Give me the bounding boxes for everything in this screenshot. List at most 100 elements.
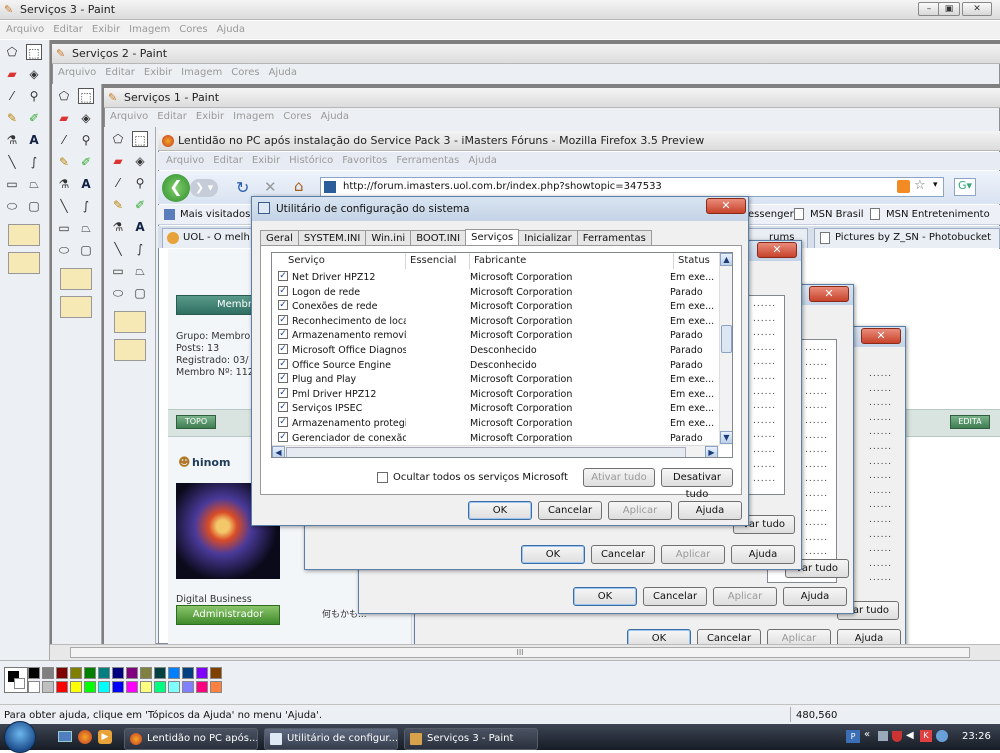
service-row[interactable]: ✓ Armazenamento removível Microsoft Corpor… bbox=[272, 329, 718, 344]
bookmark-msn-brasil[interactable]: MSN Brasil bbox=[810, 209, 864, 220]
clock[interactable]: 23:26 bbox=[962, 731, 991, 742]
rectangle-tool-icon[interactable]: ▭ bbox=[110, 263, 126, 279]
menu-exibir[interactable]: Exibir bbox=[144, 67, 172, 78]
polygon-tool-icon[interactable]: ⏢ bbox=[26, 176, 42, 192]
curve-tool-icon[interactable]: ∫ bbox=[78, 198, 94, 214]
brush-tool-icon[interactable]: ✐ bbox=[26, 110, 42, 126]
picker-tool-icon[interactable]: ⁄ bbox=[56, 132, 72, 148]
close-button[interactable]: ✕ bbox=[706, 198, 746, 214]
eraser-tool-icon[interactable]: ▰ bbox=[56, 110, 72, 126]
free-select-tool-icon[interactable]: ⬠ bbox=[110, 131, 126, 147]
text-tool-icon[interactable]: A bbox=[78, 176, 94, 192]
menu-cores[interactable]: Cores bbox=[231, 67, 259, 78]
menu-editar[interactable]: Editar bbox=[105, 67, 135, 78]
color-swatch[interactable] bbox=[140, 667, 152, 679]
menu-imagem[interactable]: Imagem bbox=[181, 67, 222, 78]
apply-button[interactable]: Aplicar bbox=[713, 587, 777, 606]
color-swatch[interactable] bbox=[182, 681, 194, 693]
help-button[interactable]: Ajuda bbox=[678, 501, 742, 520]
picker-tool-icon[interactable]: ⁄ bbox=[110, 175, 126, 191]
color-swatch[interactable] bbox=[210, 667, 222, 679]
rect-select-tool-icon[interactable]: ⬚ bbox=[26, 44, 42, 60]
magnifier-tool-icon[interactable]: ⚲ bbox=[132, 175, 148, 191]
pencil-tool-icon[interactable]: ✎ bbox=[4, 110, 20, 126]
cancel-button[interactable]: Cancelar bbox=[591, 545, 655, 564]
apply-button[interactable]: Aplicar bbox=[608, 501, 672, 520]
back-button[interactable]: ❮ bbox=[162, 174, 190, 202]
menu-arquivo[interactable]: Arquivo bbox=[6, 24, 44, 35]
service-row[interactable]: ✓ Plug and Play Microsoft Corporation Em ex… bbox=[272, 373, 718, 388]
service-checkbox[interactable]: ✓ bbox=[278, 314, 288, 325]
line-tool-icon[interactable]: ╲ bbox=[110, 241, 126, 257]
curve-tool-icon[interactable]: ∫ bbox=[26, 154, 42, 170]
menu-cores[interactable]: Cores bbox=[179, 24, 207, 35]
h-scroll-thumb[interactable]: III bbox=[70, 647, 970, 658]
paint1-titlebar[interactable]: ✎ Serviços 1 - Paint bbox=[104, 88, 1000, 108]
url-bar[interactable]: http://forum.imasters.uol.com.br/index.p… bbox=[320, 177, 944, 197]
menu-cores[interactable]: Cores bbox=[283, 111, 311, 122]
search-engine-icon[interactable]: G▾ bbox=[954, 178, 976, 196]
ok-button[interactable]: OK bbox=[521, 545, 585, 564]
menu-arquivo[interactable]: Arquivo bbox=[110, 111, 148, 122]
rounded-rect-tool-icon[interactable]: ▢ bbox=[132, 285, 148, 301]
free-select-tool-icon[interactable]: ⬠ bbox=[56, 88, 72, 104]
service-checkbox[interactable]: ✓ bbox=[278, 271, 288, 281]
ok-button[interactable]: OK bbox=[468, 501, 532, 520]
taskbar-item-paint[interactable]: Serviços 3 - Paint bbox=[404, 728, 538, 750]
line-tool-icon[interactable]: ╲ bbox=[56, 198, 72, 214]
color-swatch[interactable] bbox=[98, 681, 110, 693]
menu-imagem[interactable]: Imagem bbox=[233, 111, 274, 122]
color-swatch[interactable] bbox=[168, 681, 180, 693]
scroll-up-button[interactable]: ▲ bbox=[720, 253, 732, 266]
fill-option-icon[interactable] bbox=[60, 268, 92, 290]
magnifier-tool-icon[interactable]: ⚲ bbox=[78, 132, 94, 148]
hide-ms-checkbox[interactable] bbox=[377, 472, 388, 483]
service-row[interactable]: ✓ Conexões de rede Microsoft Corporation Em… bbox=[272, 300, 718, 315]
ellipse-tool-icon[interactable]: ⬭ bbox=[110, 285, 126, 301]
menu-arquivo[interactable]: Arquivo bbox=[58, 67, 96, 78]
menu-exibir[interactable]: Exibir bbox=[196, 111, 224, 122]
tray-icon[interactable] bbox=[936, 730, 948, 742]
service-row[interactable]: ✓ Gerenciador de conexão... Microsoft Corp… bbox=[272, 431, 718, 447]
apply-button[interactable]: Aplicar bbox=[661, 545, 725, 564]
color-swatch[interactable] bbox=[126, 667, 138, 679]
brush-tool-icon[interactable]: ✐ bbox=[132, 197, 148, 213]
service-row[interactable]: ✓ Office Source Engine Desconhecido Parado bbox=[272, 358, 718, 374]
start-button[interactable] bbox=[4, 721, 36, 753]
color-swatch[interactable] bbox=[56, 667, 68, 679]
msconfig-titlebar[interactable]: Utilitário de configuração do sistema bbox=[252, 197, 748, 221]
menu-arquivo[interactable]: Arquivo bbox=[166, 155, 204, 166]
text-tool-icon[interactable]: A bbox=[132, 219, 148, 235]
service-row[interactable]: ✓ Reconhecimento de local... Microsoft Cor… bbox=[272, 314, 718, 330]
curve-tool-icon[interactable]: ∫ bbox=[132, 241, 148, 257]
bookmark-msn-entretenimento[interactable]: MSN Entretenimento bbox=[886, 209, 990, 220]
color-swatch[interactable] bbox=[70, 681, 82, 693]
service-checkbox[interactable]: ✓ bbox=[278, 417, 288, 427]
h-scroll-thumb[interactable] bbox=[286, 447, 686, 457]
rectangle-tool-icon[interactable]: ▭ bbox=[4, 176, 20, 192]
rect-select-tool-icon[interactable]: ⬚ bbox=[78, 88, 94, 104]
ok-button[interactable]: OK bbox=[573, 587, 637, 606]
help-button[interactable]: Ajuda bbox=[731, 545, 795, 564]
close-button[interactable]: ✕ bbox=[962, 2, 992, 16]
pencil-tool-icon[interactable]: ✎ bbox=[56, 154, 72, 170]
network-icon[interactable] bbox=[878, 731, 888, 741]
service-checkbox[interactable]: ✓ bbox=[278, 344, 288, 354]
fill-option-icon[interactable] bbox=[60, 296, 92, 318]
eraser-tool-icon[interactable]: ▰ bbox=[4, 66, 20, 82]
pencil-tool-icon[interactable]: ✎ bbox=[110, 197, 126, 213]
service-row[interactable]: ✓ Net Driver HPZ12 Microsoft Corporation Em… bbox=[272, 271, 718, 286]
color-swatch[interactable] bbox=[112, 667, 124, 679]
bookmark-messenger[interactable]: essenger bbox=[748, 209, 794, 220]
color-swatch[interactable] bbox=[112, 681, 124, 693]
services-list[interactable]: Serviço Essencial Fabricante Status ✓ Net… bbox=[271, 252, 733, 458]
color-swatch[interactable] bbox=[196, 681, 208, 693]
ellipse-tool-icon[interactable]: ⬭ bbox=[56, 242, 72, 258]
paint-horizontal-scrollbar[interactable]: III bbox=[50, 644, 1000, 660]
service-checkbox[interactable]: ✓ bbox=[278, 431, 288, 442]
menu-ferramentas[interactable]: Ferramentas bbox=[396, 155, 459, 166]
service-checkbox[interactable]: ✓ bbox=[278, 402, 288, 413]
antivirus-icon[interactable]: K bbox=[920, 730, 932, 742]
menu-exibir[interactable]: Exibir bbox=[252, 155, 280, 166]
horizontal-scrollbar[interactable]: ◀ ▶ bbox=[272, 445, 719, 457]
